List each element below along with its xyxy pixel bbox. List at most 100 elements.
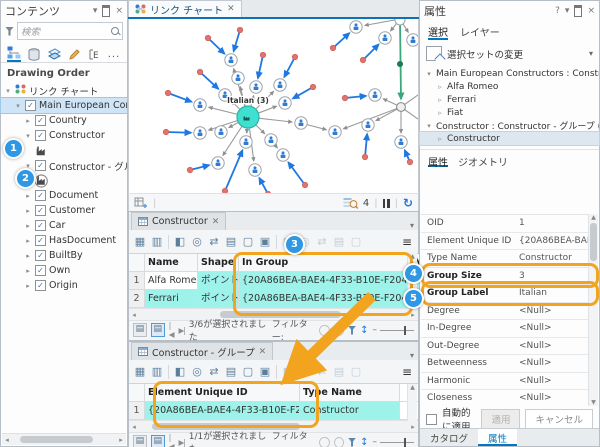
filter-icon[interactable] — [5, 27, 14, 36]
layer-checkbox[interactable]: ✓ — [35, 160, 46, 171]
change-selection-label[interactable]: 選択セットの変更 — [447, 47, 584, 61]
table-cell[interactable]: Constructor — [300, 402, 400, 419]
table-cell[interactable]: ポイント — [198, 272, 239, 289]
expander-icon[interactable]: ▹ — [436, 96, 444, 104]
entity-node[interactable] — [249, 164, 261, 176]
expander-icon[interactable]: ▹ — [436, 135, 444, 143]
entity-node-red[interactable] — [362, 154, 368, 160]
layer-checkbox[interactable]: ✓ — [35, 265, 46, 276]
clear-highlight-icon[interactable]: ▢ — [348, 364, 364, 380]
close-tab-icon[interactable]: ✕ — [259, 347, 267, 357]
tab-constructor-table[interactable]: Constructor ✕ — [131, 212, 226, 230]
tab-editing[interactable] — [67, 47, 81, 62]
expander-icon[interactable]: ▸ — [24, 282, 32, 290]
layer-checkbox[interactable]: ✓ — [35, 235, 46, 246]
clear-selection-icon[interactable]: ▢ — [240, 364, 256, 380]
entity-node-red[interactable] — [237, 27, 243, 33]
column-header-element-unique-id[interactable]: Element Unique ID — [145, 384, 300, 401]
entity-node[interactable] — [215, 126, 227, 138]
layer-checkbox[interactable]: ✓ — [35, 115, 46, 126]
entity-node[interactable] — [407, 34, 418, 46]
expander-icon[interactable]: ▸ — [24, 237, 32, 245]
select-related-icon[interactable]: ◧ — [172, 364, 188, 380]
entity-node[interactable] — [194, 127, 206, 139]
table-cell[interactable]: Ferrari — [145, 290, 198, 307]
entity-node-red[interactable] — [197, 69, 203, 75]
tab-attributes[interactable]: 属性 — [428, 154, 448, 167]
expander-icon[interactable]: ▸ — [24, 267, 32, 275]
field-value[interactable]: <Null> — [519, 341, 589, 351]
pane-menu-icon[interactable]: ▾ — [93, 6, 98, 16]
selection-tree-item[interactable]: ▹Constructor — [420, 132, 599, 145]
fields-view-icon[interactable]: ▥ — [149, 364, 165, 380]
entity-node[interactable] — [274, 79, 286, 91]
sort-icon[interactable]: ↕ — [360, 325, 368, 336]
tab-data-sources[interactable] — [27, 47, 41, 62]
field-value[interactable]: <Null> — [519, 306, 589, 316]
auto-apply-checkbox[interactable] — [426, 414, 437, 425]
field-value[interactable]: <Null> — [519, 358, 589, 368]
table-cell[interactable]: {20A86BEA-BAE4-4F33-B10E-F204B43821EA} — [145, 402, 300, 419]
expander-icon[interactable]: ▹ — [436, 83, 444, 91]
switch-highlight-icon[interactable]: ⇄ — [314, 364, 330, 380]
expander-icon[interactable]: ▸ — [24, 117, 32, 125]
tab-geometry[interactable]: ジオメトリ — [458, 154, 508, 167]
layer-checkbox[interactable]: ✓ — [35, 280, 46, 291]
pause-drawing-icon[interactable] — [383, 199, 390, 208]
expander-icon[interactable]: ▾ — [14, 102, 22, 110]
table-cell[interactable]: {20A86BEA-BAE4-4F33-B10E-F204B43821EA} — [239, 272, 408, 289]
table-cell[interactable]: Alfa Romeo — [145, 272, 198, 289]
tree-item-country[interactable]: ▸✓Country — [1, 113, 127, 128]
search-input[interactable]: 検索 — [17, 22, 123, 40]
table-menu-chevron-icon[interactable]: ▾ — [410, 221, 418, 230]
highlight-related-icon[interactable]: ◧ — [280, 364, 296, 380]
copy-rows-icon[interactable]: ▣ — [257, 364, 273, 380]
field-value[interactable]: 1 — [519, 218, 589, 228]
layer-checkbox[interactable]: ✓ — [35, 130, 46, 141]
table-cell[interactable]: {20A86BEA-BAE4-4F33-B10E-F204B43821EA} — [239, 290, 408, 307]
first-record-icon[interactable]: |◀ — [169, 321, 175, 339]
table-menu-chevron-icon[interactable]: ▾ — [410, 351, 418, 360]
show-all-records-button[interactable]: ▤ — [133, 323, 147, 337]
entity-node-red[interactable] — [165, 90, 171, 96]
expander-icon[interactable]: ▸ — [24, 192, 32, 200]
entity-node[interactable] — [212, 157, 224, 169]
tab-link-chart[interactable]: リンク チャート ✕ — [128, 0, 242, 17]
layer-checkbox[interactable]: ✓ — [35, 190, 46, 201]
scroll-right-icon[interactable]: ▸ — [116, 436, 126, 444]
scroll-left-icon[interactable]: ◂ — [129, 423, 139, 431]
switch-highlight-icon[interactable]: ⇄ — [314, 234, 330, 250]
show-selected-records-button[interactable]: ▤ — [151, 435, 165, 447]
field-value[interactable]: Constructor — [519, 253, 589, 263]
attribute-filter-icon[interactable] — [348, 438, 356, 447]
tab-selection[interactable] — [47, 47, 61, 62]
scroll-thumb[interactable] — [20, 436, 93, 443]
tab-selection[interactable]: 選択 — [428, 24, 448, 40]
entity-node-red[interactable] — [260, 52, 266, 58]
field-row-degree[interactable]: Degree<Null> — [421, 303, 589, 321]
expander-icon[interactable]: ▸ — [24, 252, 32, 260]
last-record-icon[interactable]: ▶| — [179, 438, 185, 447]
entity-node[interactable] — [395, 136, 407, 148]
entity-node[interactable] — [265, 134, 277, 146]
help-icon[interactable]: ? — [555, 6, 560, 16]
row-number[interactable]: 1 — [129, 272, 145, 289]
table-options-icon[interactable]: ▦ — [132, 364, 148, 380]
entity-node[interactable] — [232, 72, 244, 84]
entity-node[interactable] — [277, 149, 289, 161]
close-icon[interactable]: × — [587, 6, 595, 16]
tree-item-hasdocument[interactable]: ▸✓HasDocument — [1, 233, 127, 248]
entity-node[interactable] — [279, 97, 291, 109]
field-value[interactable]: <Null> — [519, 376, 589, 386]
field-row-group-label[interactable]: Group LabelItalian — [421, 285, 589, 303]
zoom-to-highlight-icon[interactable]: ◎ — [297, 364, 313, 380]
entity-node[interactable] — [362, 119, 374, 131]
layer-checkbox[interactable]: ✓ — [35, 250, 46, 261]
entity-node-red[interactable] — [302, 182, 308, 188]
tree-item-builtby[interactable]: ▸✓BuiltBy — [1, 248, 127, 263]
table-options-icon[interactable]: ▦ — [132, 234, 148, 250]
selection-tree-item[interactable]: ▾Main European Constructors : Constructo… — [420, 67, 599, 80]
tab-drawing-order[interactable] — [7, 45, 21, 62]
switch-selection-icon[interactable]: ⇄ — [206, 234, 222, 250]
field-value[interactable]: <Null> — [519, 323, 589, 333]
